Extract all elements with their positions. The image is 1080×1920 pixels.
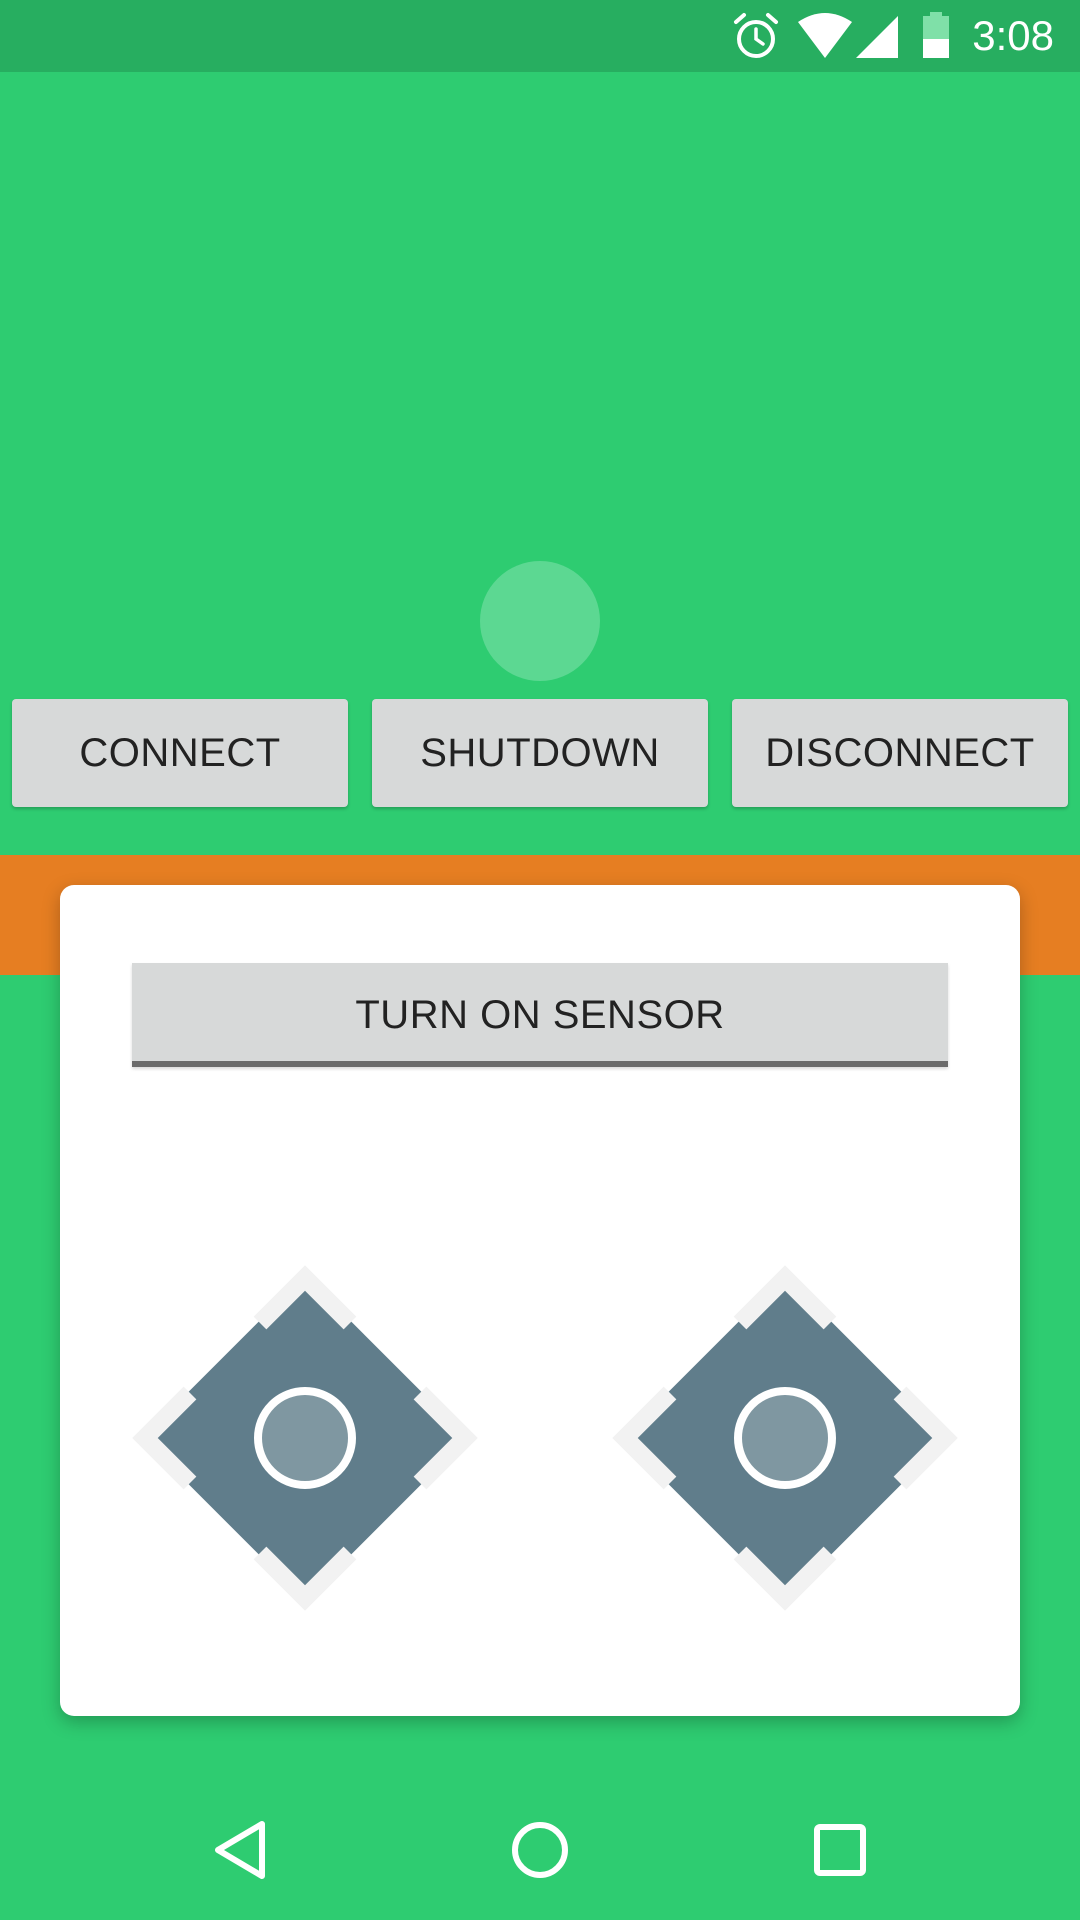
home-icon[interactable] — [508, 1818, 572, 1882]
control-card: TURN ON SENSOR — [60, 885, 1020, 1716]
recents-icon[interactable] — [808, 1818, 872, 1882]
wifi-icon — [796, 10, 854, 62]
touch-indicator — [480, 561, 600, 681]
cellular-signal-icon — [854, 10, 906, 62]
connect-button[interactable]: CONNECT — [12, 699, 348, 807]
disconnect-button[interactable]: DISCONNECT — [732, 699, 1068, 807]
right-dpad[interactable] — [590, 1243, 980, 1633]
turn-on-sensor-button[interactable]: TURN ON SENSOR — [132, 963, 948, 1067]
back-icon[interactable] — [208, 1818, 272, 1882]
battery-icon — [918, 10, 954, 62]
status-time: 3:08 — [972, 12, 1054, 59]
shutdown-button[interactable]: SHUTDOWN — [372, 699, 708, 807]
status-bar: 3:08 — [0, 0, 1080, 72]
left-dpad[interactable] — [110, 1243, 500, 1633]
navigation-bar — [0, 1776, 1080, 1920]
alarm-icon — [730, 10, 782, 62]
